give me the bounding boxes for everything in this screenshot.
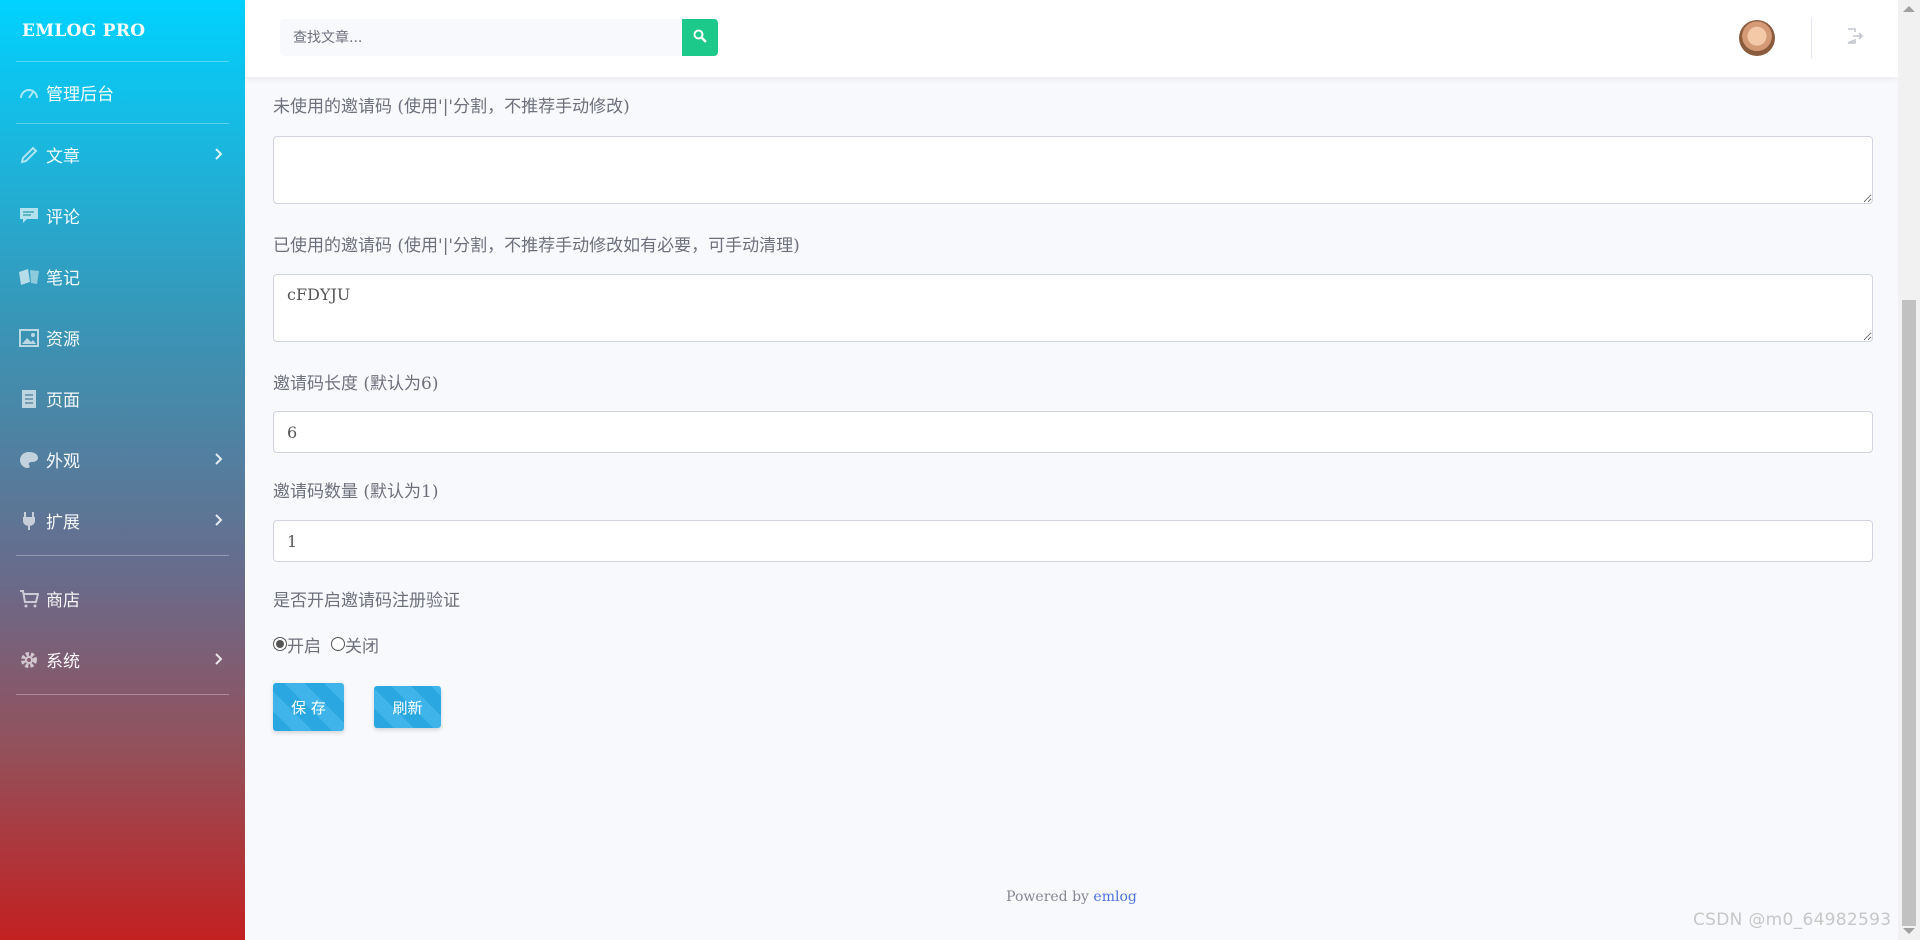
- sidebar-item-label: 页面: [46, 391, 80, 411]
- notes-icon: [18, 266, 40, 288]
- sidebar-item-extensions[interactable]: 扩展: [0, 490, 245, 551]
- powered-by-text: Powered by: [1006, 889, 1089, 905]
- search-icon: [693, 28, 707, 47]
- chevron-right-icon: [215, 650, 223, 670]
- sidebar: EMLOG PRO 管理后台 文章 评论 笔记 资源 页面 外观 扩展 商店 系…: [0, 0, 245, 940]
- comment-icon: [18, 205, 40, 227]
- sidebar-item-label: 外观: [46, 452, 80, 472]
- page-icon: [18, 388, 40, 410]
- topbar-divider: [1811, 18, 1812, 58]
- enable-radio-group: 开启 关闭: [273, 632, 1873, 657]
- unused-codes-label: 未使用的邀请码 (使用'|'分割，不推荐手动修改): [273, 97, 630, 117]
- cart-icon: [18, 588, 40, 610]
- sidebar-item-label: 文章: [46, 147, 80, 167]
- code-length-input[interactable]: [273, 411, 1873, 453]
- sidebar-item-dashboard[interactable]: 管理后台: [0, 62, 245, 123]
- radio-disable[interactable]: [331, 637, 345, 651]
- radio-enable-label[interactable]: 开启: [287, 632, 321, 657]
- gear-icon: [18, 649, 40, 671]
- image-icon: [18, 327, 40, 349]
- sidebar-divider: [16, 694, 229, 695]
- search-input[interactable]: [280, 19, 682, 56]
- sidebar-item-label: 商店: [46, 591, 80, 611]
- avatar[interactable]: [1739, 20, 1775, 56]
- refresh-button[interactable]: 刷新: [374, 686, 441, 728]
- sidebar-item-label: 评论: [46, 208, 80, 228]
- scrollbar-thumb[interactable]: [1902, 300, 1916, 926]
- topbar: [245, 0, 1898, 77]
- watermark: CSDN @m0_64982593: [1693, 910, 1892, 930]
- save-button[interactable]: 保 存: [273, 683, 344, 731]
- chevron-right-icon: [215, 450, 223, 470]
- footer: Powered by emlog: [245, 889, 1898, 905]
- sidebar-item-appearance[interactable]: 外观: [0, 429, 245, 490]
- sidebar-item-label: 资源: [46, 330, 80, 350]
- search-button[interactable]: [682, 19, 718, 56]
- radio-disable-label[interactable]: 关闭: [345, 632, 379, 657]
- scroll-up-arrow[interactable]: [1903, 6, 1915, 12]
- sidebar-item-comments[interactable]: 评论: [0, 185, 245, 246]
- sidebar-item-label: 管理后台: [46, 85, 114, 105]
- sidebar-item-pages[interactable]: 页面: [0, 368, 245, 429]
- plug-icon: [18, 510, 40, 532]
- sidebar-item-articles[interactable]: 文章: [0, 124, 245, 185]
- emlog-link[interactable]: emlog: [1093, 889, 1136, 905]
- search-form: [280, 19, 718, 56]
- chevron-right-icon: [215, 511, 223, 531]
- sidebar-item-label: 笔记: [46, 269, 80, 289]
- sidebar-item-store[interactable]: 商店: [0, 568, 245, 629]
- sidebar-item-label: 系统: [46, 652, 80, 672]
- logout-button[interactable]: [1846, 27, 1864, 49]
- radio-enable[interactable]: [273, 637, 287, 651]
- pencil-icon: [18, 144, 40, 166]
- settings-form: 未使用的邀请码 (使用'|'分割，不推荐手动修改) 已使用的邀请码 (使用'|'…: [273, 77, 1873, 731]
- used-codes-textarea[interactable]: cFDYJU: [273, 274, 1873, 342]
- sidebar-item-label: 扩展: [46, 513, 80, 533]
- used-codes-label: 已使用的邀请码 (使用'|'分割，不推荐手动修改如有必要，可手动清理): [273, 236, 800, 256]
- scroll-down-arrow[interactable]: [1903, 928, 1915, 934]
- sidebar-item-notes[interactable]: 笔记: [0, 246, 245, 307]
- unused-codes-textarea[interactable]: [273, 136, 1873, 204]
- code-count-label: 邀请码数量 (默认为1): [273, 482, 439, 502]
- dashboard-icon: [18, 82, 40, 104]
- code-count-input[interactable]: [273, 520, 1873, 562]
- palette-icon: [18, 449, 40, 471]
- sidebar-item-resources[interactable]: 资源: [0, 307, 245, 368]
- sidebar-item-system[interactable]: 系统: [0, 629, 245, 690]
- chevron-right-icon: [215, 145, 223, 165]
- logout-icon: [1846, 28, 1864, 49]
- brand-logo[interactable]: EMLOG PRO: [0, 0, 245, 61]
- code-length-label: 邀请码长度 (默认为6): [273, 374, 439, 394]
- enable-verification-label: 是否开启邀请码注册验证: [273, 591, 460, 611]
